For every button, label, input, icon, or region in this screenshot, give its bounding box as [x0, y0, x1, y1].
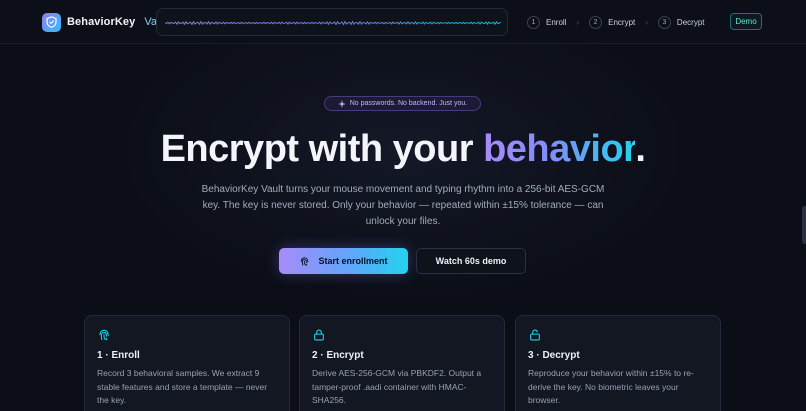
step-number: 2 — [589, 15, 603, 29]
feature-card-decrypt: 3 · Decrypt Reproduce your behavior with… — [515, 315, 721, 411]
step-label: Enroll — [546, 17, 567, 27]
start-enrollment-button[interactable]: Start enrollment — [279, 248, 408, 274]
fingerprint-icon — [301, 256, 309, 266]
step-number: 3 — [657, 15, 671, 29]
start-enrollment-label: Start enrollment — [318, 256, 388, 266]
behavior-waveform — [156, 8, 508, 36]
scroll-handle[interactable] — [802, 206, 806, 244]
hero-title-accent: behavior — [483, 128, 636, 170]
step-indicator: 1 Enroll › 2 Encrypt › 3 Decrypt — [527, 14, 704, 30]
watch-demo-label: Watch 60s demo — [435, 256, 507, 266]
step-number: 1 — [527, 15, 540, 29]
lock-icon — [314, 329, 324, 341]
tagline-text: No passwords. No backend. Just you. — [349, 100, 468, 107]
step-encrypt[interactable]: 2 Encrypt — [589, 15, 636, 29]
hero-title-end: . — [635, 128, 646, 170]
card-description: Record 3 behavioral samples. We extract … — [97, 368, 268, 405]
watch-demo-button[interactable]: Watch 60s demo — [416, 248, 526, 274]
top-navbar: BehaviorKeyVault 1 Enroll › 2 Encrypt › … — [0, 0, 806, 44]
fingerprint-icon — [99, 329, 109, 341]
hero-title: Encrypt with your behavior. — [0, 126, 806, 172]
step-decrypt[interactable]: 3 Decrypt — [657, 15, 705, 29]
chevron-right-icon: › — [576, 17, 580, 27]
card-title: 1 · Enroll — [97, 350, 140, 361]
hero-description: BehaviorKey Vault turns your mouse movem… — [201, 184, 605, 227]
tagline-pill: No passwords. No backend. Just you. — [324, 96, 481, 111]
demo-badge[interactable]: Demo — [730, 13, 762, 30]
shield-icon — [42, 12, 61, 32]
card-title: 3 · Decrypt — [528, 350, 580, 361]
card-description: Derive AES-256-GCM via PBKDF2. Output a … — [312, 368, 482, 405]
brand[interactable]: BehaviorKeyVault — [42, 12, 169, 32]
brand-name: BehaviorKey — [67, 16, 136, 28]
card-description: Reproduce your behavior within ±15% to r… — [528, 368, 694, 405]
feature-card-enroll: 1 · Enroll Record 3 behavioral samples. … — [84, 315, 290, 411]
page: BehaviorKeyVault 1 Enroll › 2 Encrypt › … — [0, 0, 806, 411]
sparkle-icon — [337, 99, 346, 108]
hero-title-main: Encrypt with your — [160, 128, 484, 170]
card-title: 2 · Encrypt — [312, 350, 364, 361]
waveform-line — [165, 20, 501, 26]
feature-card-encrypt: 2 · Encrypt Derive AES-256-GCM via PBKDF… — [299, 315, 505, 411]
chevron-right-icon: › — [645, 17, 648, 27]
step-label: Encrypt — [608, 17, 636, 27]
step-enroll[interactable]: 1 Enroll — [527, 15, 567, 29]
step-label: Decrypt — [676, 17, 705, 27]
waveform-graphic — [165, 20, 501, 26]
unlock-icon — [530, 329, 540, 341]
